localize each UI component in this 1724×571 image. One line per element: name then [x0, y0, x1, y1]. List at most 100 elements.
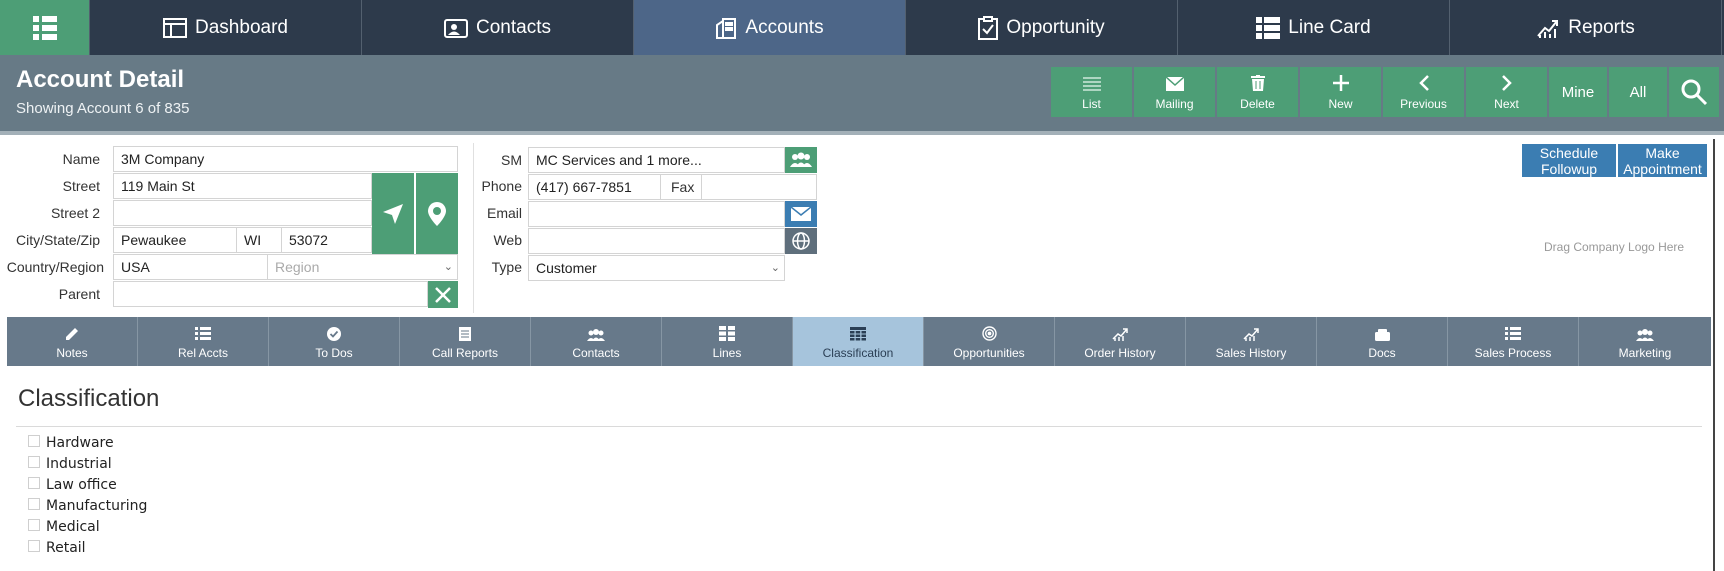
web-field[interactable]: [528, 228, 785, 254]
grid-icon: [719, 326, 735, 341]
tab-sales-process[interactable]: Sales Process: [1448, 317, 1579, 366]
pencil-icon: [66, 328, 78, 340]
checkbox[interactable]: [28, 455, 40, 468]
record-toolbar: List Mailing Delete New Previous Next Mi…: [1051, 67, 1719, 117]
state-field[interactable]: WI: [236, 227, 282, 253]
list-item[interactable]: Industrial: [28, 453, 147, 474]
tab-docs[interactable]: Docs: [1317, 317, 1448, 366]
delete-button[interactable]: Delete: [1217, 67, 1298, 117]
tab-rel-accts[interactable]: Rel Accts: [138, 317, 269, 366]
clear-parent-button[interactable]: [428, 281, 458, 308]
grid-icon: [1256, 16, 1281, 39]
list-item[interactable]: Retail: [28, 537, 147, 558]
send-email-button[interactable]: [785, 201, 817, 227]
next-button[interactable]: Next: [1466, 67, 1547, 117]
navigate-button[interactable]: [372, 173, 414, 254]
map-pin-button[interactable]: [416, 173, 458, 254]
parent-label: Parent: [58, 286, 100, 302]
all-button[interactable]: All: [1609, 67, 1667, 117]
region-select[interactable]: Region ⌄: [267, 254, 458, 280]
detail-tabs: Notes Rel Accts To Dos Call Reports Cont…: [7, 317, 1711, 366]
nav-tab-label: Line Card: [1288, 16, 1371, 38]
window-edge: [1713, 139, 1724, 571]
tab-marketing[interactable]: Marketing: [1579, 317, 1711, 366]
tab-label: Classification: [822, 346, 894, 360]
previous-label: Previous: [1400, 97, 1447, 111]
fax-label: Fax: [660, 174, 702, 200]
checkbox-label: Law office: [46, 476, 117, 493]
nav-tab-label: Opportunity: [1006, 16, 1105, 38]
tab-to-dos[interactable]: To Dos: [269, 317, 400, 366]
clipboard-icon: [978, 15, 999, 40]
nav-tab-contacts[interactable]: Contacts: [361, 0, 633, 55]
tab-opportunities[interactable]: Opportunities: [924, 317, 1055, 366]
mailing-button[interactable]: Mailing: [1134, 67, 1215, 117]
tab-lines[interactable]: Lines: [662, 317, 793, 366]
tab-label: Notes: [56, 346, 88, 360]
previous-button[interactable]: Previous: [1383, 67, 1464, 117]
plus-icon: [1332, 75, 1349, 91]
type-select[interactable]: Customer ⌄: [528, 255, 785, 281]
name-field[interactable]: 3M Company: [113, 146, 458, 172]
tab-label: Lines: [712, 346, 742, 360]
mailing-label: Mailing: [1155, 97, 1194, 111]
tab-label: Contacts: [572, 346, 620, 360]
checkbox[interactable]: [28, 434, 40, 447]
list-item[interactable]: Law office: [28, 474, 147, 495]
make-appointment-button[interactable]: Make Appointment: [1618, 144, 1707, 177]
checkbox[interactable]: [28, 476, 40, 489]
street-field[interactable]: 119 Main St: [113, 173, 372, 199]
list-item[interactable]: Hardware: [28, 432, 147, 453]
search-icon: [1681, 79, 1708, 106]
fax-field[interactable]: [701, 174, 817, 200]
email-field[interactable]: [528, 201, 785, 227]
sm-field[interactable]: MC Services and 1 more...: [528, 147, 785, 173]
tab-sales-history[interactable]: Sales History: [1186, 317, 1317, 366]
sm-people-button[interactable]: [785, 147, 817, 173]
list-button[interactable]: List: [1051, 67, 1132, 117]
open-web-button[interactable]: [785, 228, 817, 254]
city-field[interactable]: Pewaukee: [113, 227, 237, 253]
parent-field[interactable]: [113, 281, 428, 307]
tab-contacts[interactable]: Contacts: [531, 317, 662, 366]
tab-notes[interactable]: Notes: [7, 317, 138, 366]
nav-tab-opportunity[interactable]: Opportunity: [905, 0, 1177, 55]
list-item[interactable]: Medical: [28, 516, 147, 537]
street2-label: Street 2: [50, 205, 100, 221]
nav-tab-line-card[interactable]: Line Card: [1177, 0, 1449, 55]
navigation-arrow-icon: [383, 203, 403, 224]
street-label: Street: [62, 178, 100, 194]
checkbox[interactable]: [28, 497, 40, 510]
phone-field[interactable]: (417) 667-7851: [528, 174, 661, 200]
checkbox[interactable]: [28, 518, 40, 531]
chevron-down-icon: ⌄: [770, 262, 780, 274]
top-navigation: Dashboard Contacts Accounts Opportunity …: [0, 0, 1724, 55]
email-label: Email: [486, 205, 522, 221]
mine-button[interactable]: Mine: [1549, 67, 1607, 117]
target-icon: [981, 326, 997, 341]
street2-field[interactable]: [113, 200, 372, 226]
zip-field[interactable]: 53072: [281, 227, 372, 253]
menu-button[interactable]: [0, 0, 89, 55]
logo-drop-zone[interactable]: Drag Company Logo Here: [1544, 240, 1684, 254]
country-field[interactable]: USA: [113, 254, 268, 280]
checkbox[interactable]: [28, 539, 40, 552]
tab-order-history[interactable]: Order History: [1055, 317, 1186, 366]
nav-tab-label: Contacts: [476, 16, 551, 38]
nav-tab-reports[interactable]: Reports: [1449, 0, 1721, 55]
people-icon: [790, 152, 812, 167]
grid-menu-icon: [32, 15, 57, 40]
search-button[interactable]: [1669, 67, 1719, 117]
people-icon: [1636, 329, 1654, 341]
list-item[interactable]: Manufacturing: [28, 495, 147, 516]
nav-tab-dashboard[interactable]: Dashboard: [89, 0, 361, 55]
tab-label: Call Reports: [431, 346, 499, 360]
tab-call-reports[interactable]: Call Reports: [400, 317, 531, 366]
nav-tab-accounts[interactable]: Accounts: [633, 0, 905, 55]
tab-label: Opportunities: [953, 346, 1025, 360]
new-button[interactable]: New: [1300, 67, 1381, 117]
tab-classification[interactable]: Classification: [793, 317, 924, 366]
schedule-followup-button[interactable]: Schedule Followup: [1522, 144, 1616, 177]
column-divider: [473, 143, 474, 313]
checkbox-label: Retail: [46, 539, 86, 556]
